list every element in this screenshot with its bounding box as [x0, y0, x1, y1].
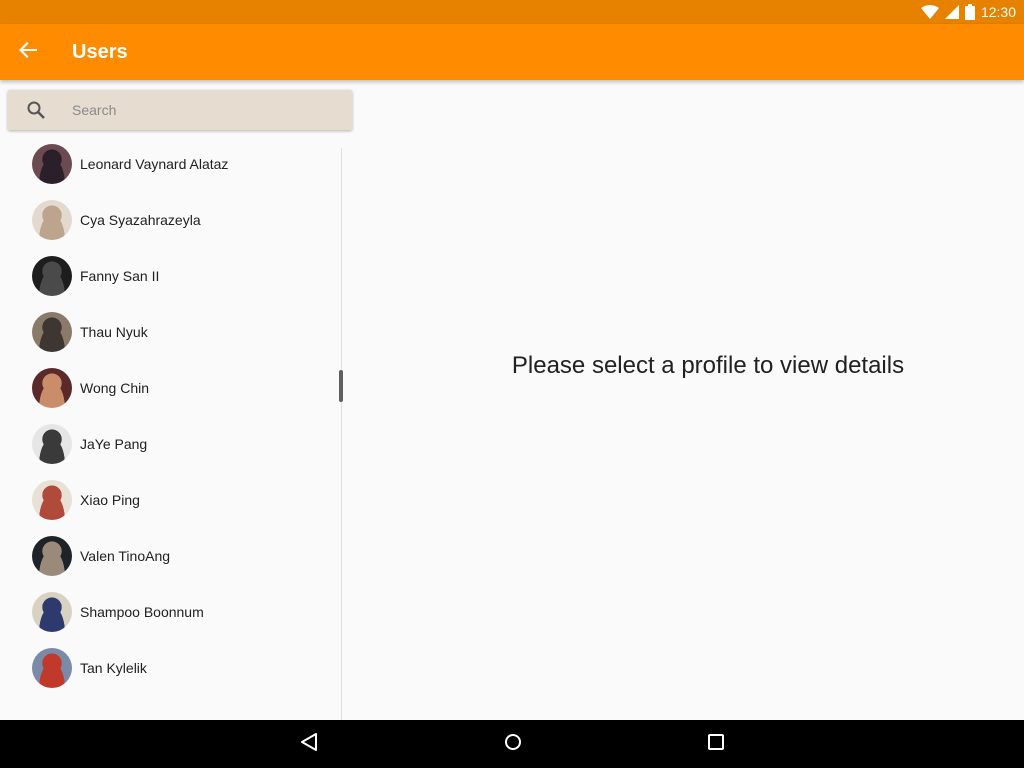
avatar [32, 256, 72, 296]
search-bar[interactable] [8, 90, 352, 130]
user-list-item[interactable]: Tan Kylelik [0, 640, 340, 696]
user-list-item[interactable]: Thau Nyuk [0, 304, 340, 360]
search-icon [8, 101, 64, 119]
detail-message-text: Please select a profile to view details [511, 352, 905, 379]
navigation-bar [0, 720, 1024, 768]
user-name: Shampoo Boonnum [80, 604, 204, 620]
nav-home-icon [504, 733, 522, 756]
empty-detail-message: Please select a profile to view details [342, 352, 1024, 380]
user-name: Wong Chin [80, 380, 150, 396]
avatar [32, 480, 72, 520]
user-name: Thau Nyuk [80, 324, 148, 340]
status-time: 12:30 [980, 4, 1016, 20]
page-title: Users [72, 40, 128, 63]
user-list: Leonard Vaynard Alataz Cya Syazahrazeyla F… [0, 136, 340, 696]
user-list-item[interactable]: JaYe Pang [0, 416, 340, 472]
wifi-icon [920, 5, 939, 19]
user-list-item[interactable]: Valen TinoAng [0, 528, 340, 584]
back-button[interactable] [0, 24, 56, 80]
user-name: JaYe Pang [80, 436, 148, 452]
user-name: Cya Syazahrazeyla [80, 212, 201, 228]
nav-back-button[interactable] [285, 720, 333, 768]
avatar [32, 536, 72, 576]
user-list-item[interactable]: Shampoo Boonnum [0, 584, 340, 640]
user-list-item[interactable]: Fanny San II [0, 248, 340, 304]
user-list-item[interactable]: Xiao Ping [0, 472, 340, 528]
search-input[interactable] [72, 102, 332, 118]
nav-recent-icon [708, 733, 724, 755]
status-bar: 12:30 [0, 0, 1024, 24]
avatar [32, 648, 72, 688]
user-name: Valen TinoAng [80, 548, 171, 564]
avatar [32, 424, 72, 464]
user-name: Fanny San II [80, 268, 160, 284]
user-name: Tan Kylelik [80, 660, 147, 676]
user-list-item[interactable]: Leonard Vaynard Alataz [0, 136, 340, 192]
app-bar: Users [0, 24, 1024, 80]
nav-home-button[interactable] [489, 720, 537, 768]
avatar [32, 144, 72, 184]
avatar [32, 592, 72, 632]
user-name: Leonard Vaynard Alataz [80, 156, 229, 172]
pane-divider [341, 148, 342, 720]
user-name: Xiao Ping [80, 492, 140, 508]
signal-icon [944, 5, 959, 19]
nav-back-icon [301, 732, 317, 756]
nav-recent-button[interactable] [692, 720, 740, 768]
battery-icon [964, 4, 975, 20]
avatar [32, 368, 72, 408]
user-list-item[interactable]: Cya Syazahrazeyla [0, 192, 340, 248]
avatar [32, 200, 72, 240]
avatar [32, 312, 72, 352]
user-list-item[interactable]: Wong Chin [0, 360, 340, 416]
arrow-back-icon [19, 41, 37, 63]
